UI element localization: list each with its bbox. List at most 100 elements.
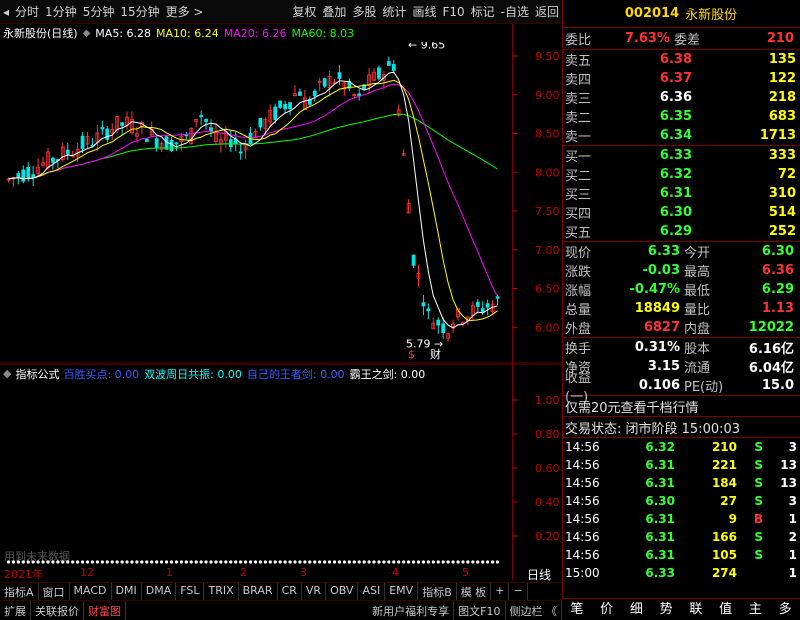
indicator-tab[interactable]: DMI (112, 583, 142, 600)
sell-row: 卖二 6.35 683 (562, 107, 800, 126)
panel-tab[interactable]: 势 (651, 599, 681, 620)
indicator-dot (16, 560, 20, 564)
panel-tab[interactable]: 价 (592, 599, 622, 620)
overlay-button[interactable]: 叠加 (319, 3, 349, 20)
finance-marker[interactable]: 财 (430, 347, 441, 361)
collapse-icon[interactable]: ◂ (0, 5, 12, 19)
ma5-line (8, 71, 498, 329)
kline-chart[interactable]: 9.509.008.508.007.507.006.506.00← 9.655.… (0, 42, 562, 364)
tick-row: 15:00 6.33 274 1 (562, 564, 800, 582)
indicator-dot (377, 560, 381, 564)
buy-row: 买二 6.32 72 (562, 165, 800, 184)
indicator-tab[interactable]: EMV (385, 583, 419, 600)
candle-body (120, 122, 124, 126)
ext-tab[interactable]: 新用户福利专享 (368, 601, 455, 620)
indicator-dot (51, 560, 55, 564)
indicator-tab[interactable]: ASI (358, 583, 386, 600)
time-tick: 4 (392, 566, 399, 579)
candle-body (204, 119, 208, 122)
indicator-tab[interactable]: CR (278, 583, 302, 600)
panel-tab[interactable]: 笔 (562, 599, 592, 620)
indicator-chart[interactable]: 1.000.800.600.400.20用到未来数据 (0, 364, 562, 564)
tick-row: 14:56 6.31 105 S 1 (562, 546, 800, 564)
remove-watchlist-button[interactable]: -自选 (498, 3, 532, 20)
candle-body (238, 151, 243, 154)
indicator-dot (120, 560, 124, 564)
tab-5min[interactable]: 5分钟 (80, 3, 118, 20)
indicator-tab[interactable]: DMA (142, 583, 177, 600)
indicator-dot (169, 560, 174, 564)
tick-row: 14:56 6.31 166 S 2 (562, 528, 800, 546)
sell-row: 卖一 6.34 1713 (562, 126, 800, 145)
buy-level-label: 买三 (565, 188, 592, 203)
indicator-dot (184, 560, 188, 564)
quote-value: 6827 (643, 320, 680, 335)
quote-value: -0.03 (642, 263, 680, 278)
ext-tab[interactable]: 财富图 (84, 601, 126, 620)
indicator-tab[interactable]: VR (302, 583, 327, 600)
panel-tab[interactable]: 多 (770, 599, 800, 620)
indicator-tab[interactable]: 模 板 (457, 583, 492, 600)
more-button[interactable]: 更多 > (163, 3, 207, 20)
quote-label: 最低 (684, 284, 711, 299)
mark-button[interactable]: 标记 (468, 3, 498, 20)
indicator-tab[interactable]: TRIX (204, 583, 239, 600)
settings-icon[interactable]: ◆ (83, 28, 91, 39)
indicator-tab[interactable]: + (491, 583, 510, 600)
indicator-dot (130, 560, 134, 564)
period-label[interactable]: 日线 (516, 566, 562, 582)
tick-volume: 166 (711, 530, 737, 544)
tick-list[interactable]: 14:56 6.32 210 S 3 14:56 6.31 221 S 13 14:56 6.31 18… (562, 438, 800, 582)
candle-body (298, 91, 302, 96)
sell-row: 卖三 6.36 218 (562, 88, 800, 107)
indicator-tab[interactable]: 指标B (418, 583, 457, 600)
multi-stock-button[interactable]: 多股 (349, 3, 379, 20)
promo-link[interactable]: 仅需20元查看千档行情 (562, 396, 800, 416)
ind-tick-label: 0.60 (535, 462, 560, 475)
quote-value: 0.31% (634, 340, 680, 355)
panel-tab[interactable]: 联 (681, 599, 711, 620)
tick-row: 14:56 6.31 221 S 13 (562, 456, 800, 474)
indicator-tab[interactable]: 窗口 (39, 583, 70, 600)
ext-tab[interactable]: 图文F10 (454, 601, 506, 620)
indicator-tab[interactable]: MACD (70, 583, 112, 600)
panel-tab[interactable]: 值 (711, 599, 741, 620)
fuquan-button[interactable]: 复权 (289, 3, 319, 20)
indicator-tabs: 指标A 窗口 MACD DMI DMA FSL TRIX BRAR CR VR OBV ASI EMV 指… (0, 582, 562, 600)
quote-label: 股本 (684, 342, 711, 357)
ind-tick-label: 1.00 (535, 394, 560, 407)
ext-tab[interactable]: 侧边栏 《 (506, 601, 562, 620)
indicator-dot (456, 560, 460, 564)
tab-fenshi[interactable]: 分时 (12, 3, 42, 20)
tick-side: S (754, 530, 763, 544)
indicator-dot (204, 560, 208, 564)
indicator-dot (85, 560, 90, 564)
time-tick: 1 (166, 566, 173, 579)
draw-line-button[interactable]: 画线 (409, 3, 439, 20)
stats-button[interactable]: 统计 (379, 3, 409, 20)
time-axis: 2021年 12 1 2 3 4 5 (0, 566, 512, 581)
buy-volume: 310 (768, 186, 796, 201)
panel-tab[interactable]: 主 (741, 599, 771, 620)
indicator-tab[interactable]: BRAR (239, 583, 278, 600)
tab-15min[interactable]: 15分钟 (117, 3, 162, 20)
quote-label: 总量 (565, 303, 592, 318)
back-button[interactable]: 返回 (532, 3, 562, 20)
indicator-tab[interactable]: OBV (326, 583, 359, 600)
candle-body (16, 173, 21, 178)
panel-tab[interactable]: 细 (622, 599, 652, 620)
tab-1min[interactable]: 1分钟 (42, 3, 80, 20)
indicator-dot (263, 560, 267, 564)
tick-count: 13 (780, 458, 797, 472)
indicator-tab[interactable]: − (509, 583, 528, 600)
indicator-dot (298, 560, 302, 564)
candle-body (441, 323, 446, 334)
indicator-tab[interactable]: 指标A (0, 583, 39, 600)
indicator-dot (66, 560, 70, 564)
indicator-tab[interactable]: FSL (176, 583, 205, 600)
f10-button[interactable]: F10 (439, 5, 467, 19)
indicator-dot (303, 560, 307, 564)
event-marker[interactable]: $ (408, 348, 415, 361)
ext-tab[interactable]: 关联报价 (31, 601, 84, 620)
ext-tab[interactable]: 扩展 (0, 601, 31, 620)
